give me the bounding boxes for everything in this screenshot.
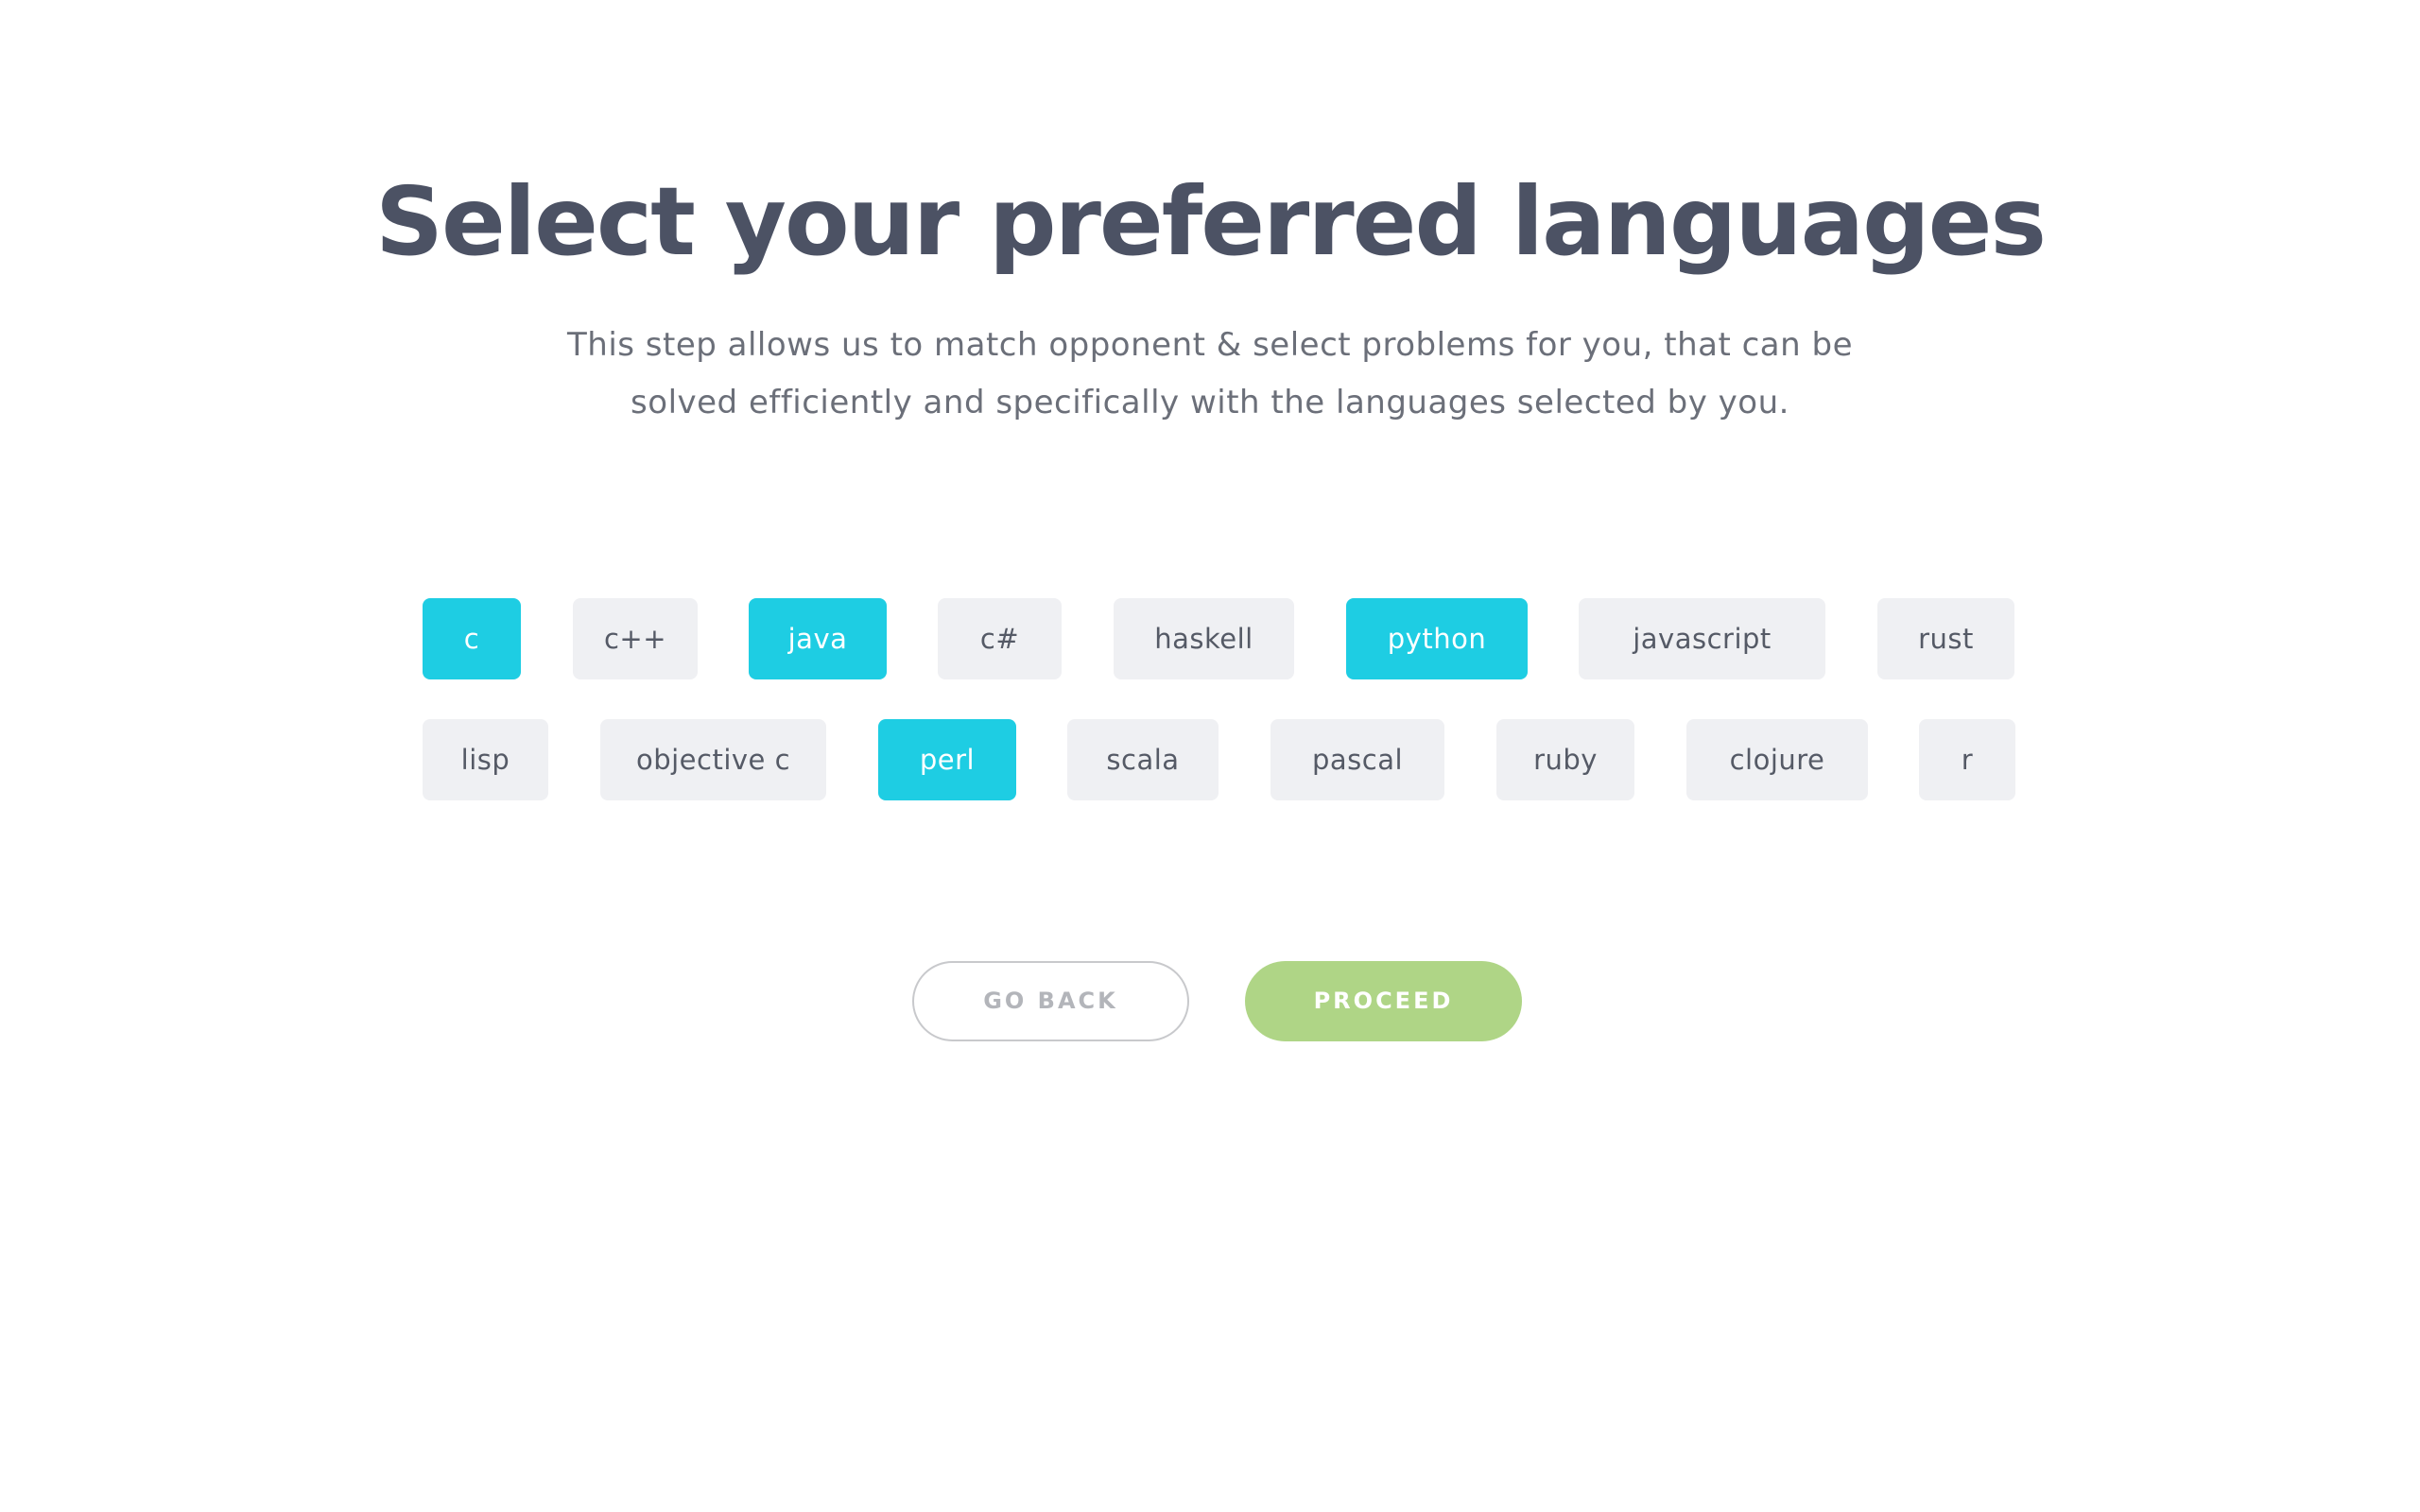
language-chip-r[interactable]: r (1919, 719, 2015, 800)
language-chip-perl[interactable]: perl (878, 719, 1016, 800)
proceed-button[interactable]: PROCEED (1245, 961, 1522, 1041)
language-chip-rust[interactable]: rust (1877, 598, 2014, 679)
language-chip-ruby[interactable]: ruby (1496, 719, 1634, 800)
language-chip-lisp[interactable]: lisp (423, 719, 548, 800)
language-selection-page: Select your preferred languages This ste… (0, 0, 2420, 1512)
language-chip-csharp[interactable]: c# (938, 598, 1062, 679)
go-back-button[interactable]: GO BACK (912, 961, 1189, 1041)
language-chip-clojure[interactable]: clojure (1686, 719, 1868, 800)
language-chip-java[interactable]: java (749, 598, 887, 679)
language-chip-cpp[interactable]: c++ (573, 598, 698, 679)
language-chip-grid: c c++ java c# haskell python javascript … (0, 0, 2420, 1512)
language-chip-haskell[interactable]: haskell (1114, 598, 1294, 679)
language-chip-c[interactable]: c (423, 598, 521, 679)
language-chip-objective-c[interactable]: objective c (600, 719, 826, 800)
language-chip-scala[interactable]: scala (1067, 719, 1219, 800)
language-chip-python[interactable]: python (1346, 598, 1528, 679)
language-chip-pascal[interactable]: pascal (1270, 719, 1444, 800)
language-chip-javascript[interactable]: javascript (1579, 598, 1825, 679)
